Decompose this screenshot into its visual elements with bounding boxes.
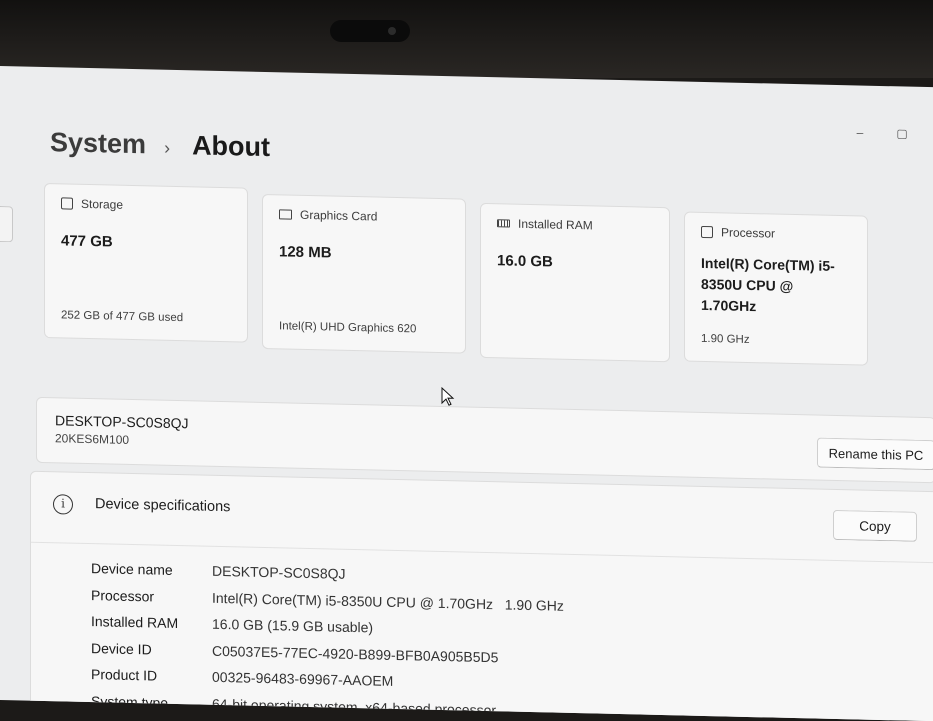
window-controls: – ▢: [853, 125, 909, 140]
laptop-bezel: [0, 0, 933, 78]
device-model: 20KES6M100: [55, 431, 130, 447]
page-title: About: [192, 130, 271, 163]
breadcrumb-system[interactable]: System: [50, 127, 146, 160]
card-value: 128 MB: [279, 243, 332, 262]
card-subtext: 1.90 GHz: [701, 332, 750, 347]
info-icon: i: [53, 494, 73, 515]
chevron-right-icon: ›: [164, 137, 171, 158]
card-title: Processor: [721, 225, 776, 241]
webcam: [330, 20, 410, 42]
card-title: Installed RAM: [518, 216, 593, 233]
spec-label: System type: [91, 692, 169, 711]
copy-button[interactable]: Copy: [833, 509, 917, 542]
card-ram[interactable]: Installed RAM 16.0 GB: [480, 202, 670, 363]
card-graphics[interactable]: Graphics Card 128 MB Intel(R) UHD Graphi…: [262, 193, 466, 354]
breadcrumb: System › About: [50, 127, 270, 163]
ram-icon: [497, 219, 510, 228]
card-subtext: 252 GB of 477 GB used: [61, 309, 184, 325]
card-title: Storage: [81, 196, 124, 212]
card-processor[interactable]: Processor Intel(R) Core(TM) i5-8350U CPU…: [684, 211, 868, 366]
device-specifications-panel: i Device specifications Copy Device name…: [30, 470, 933, 721]
spec-label: Device ID: [91, 639, 152, 658]
card-value: 477 GB: [61, 232, 113, 251]
spec-list: Device name DESKTOP-SC0S8QJ Processor In…: [91, 555, 564, 721]
section-title: Device specifications: [95, 496, 231, 516]
card-value: 16.0 GB: [497, 252, 553, 271]
spec-label: Installed RAM: [91, 613, 179, 632]
storage-icon: [61, 197, 73, 210]
spec-value: 64-bit operating system, x64-based proce…: [212, 695, 497, 719]
spec-cards: Storage 477 GB 252 GB of 477 GB used Gra…: [44, 182, 868, 367]
device-specifications-header[interactable]: i Device specifications Copy: [31, 471, 933, 564]
card-value: Intel(R) Core(TM) i5-8350U CPU @ 1.70GHz: [701, 254, 835, 315]
spec-label: Processor: [91, 586, 155, 605]
mouse-cursor-icon: [441, 387, 455, 406]
spec-value: C05037E5-77EC-4920-B899-BFB0A905B5D5: [212, 642, 499, 666]
spec-value: 00325-96483-69967-AAOEM: [212, 669, 394, 690]
card-subtext: Intel(R) UHD Graphics 620: [279, 320, 417, 336]
processor-icon: [701, 225, 713, 239]
device-name: DESKTOP-SC0S8QJ: [55, 412, 189, 432]
maximize-button[interactable]: ▢: [895, 126, 909, 140]
card-storage[interactable]: Storage 477 GB 252 GB of 477 GB used: [44, 182, 248, 343]
spec-label: Device name: [91, 560, 173, 579]
settings-window: – ▢ System › About Storage 477 GB 252 GB…: [0, 66, 933, 721]
spec-value: DESKTOP-SC0S8QJ: [212, 563, 346, 583]
rename-pc-button[interactable]: Rename this PC: [817, 437, 933, 471]
pc-name-section: DESKTOP-SC0S8QJ 20KES6M100 Rename this P…: [36, 396, 933, 484]
minimize-button[interactable]: –: [853, 125, 867, 139]
nav-pane-toggle[interactable]: [0, 205, 13, 243]
spec-value: 16.0 GB (15.9 GB usable): [212, 616, 374, 636]
graphics-card-icon: [279, 209, 292, 220]
spec-value: Intel(R) Core(TM) i5-8350U CPU @ 1.70GHz…: [212, 589, 564, 614]
spec-label: Product ID: [91, 666, 158, 684]
card-title: Graphics Card: [300, 207, 378, 224]
